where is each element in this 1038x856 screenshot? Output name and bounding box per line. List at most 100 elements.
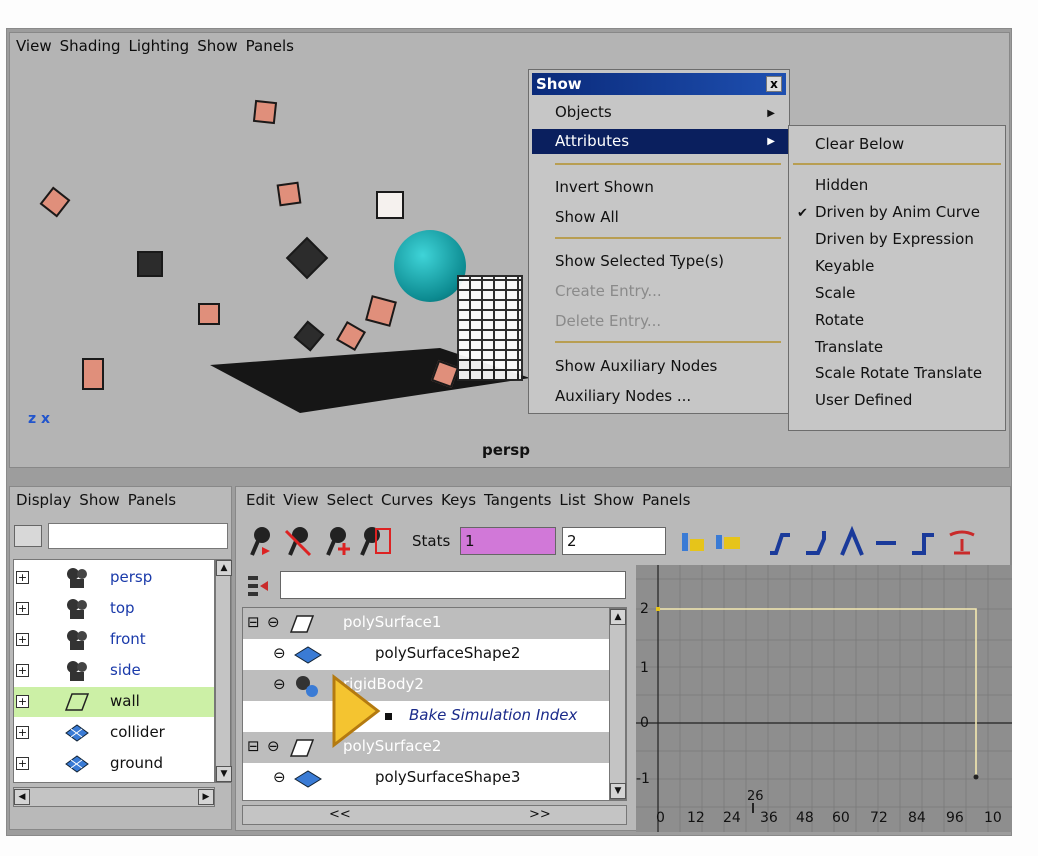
ge-menu-show[interactable]: Show: [594, 491, 634, 509]
minus-circle-icon[interactable]: ⊖: [273, 644, 286, 662]
submenu-item-driven-expression[interactable]: Driven by Expression: [815, 230, 974, 248]
scroll-down-icon[interactable]: ▼: [216, 766, 232, 782]
minus-circle-icon[interactable]: ⊖: [267, 613, 280, 631]
filter-icon[interactable]: [14, 525, 42, 547]
ge-search-input[interactable]: [280, 571, 626, 599]
y-tick: 1: [640, 660, 649, 676]
outliner-search-input[interactable]: [48, 523, 228, 549]
menu-separator: [555, 237, 781, 239]
menu-item-invert-shown[interactable]: Invert Shown: [555, 178, 654, 196]
stats-field-2[interactable]: 2: [562, 527, 666, 555]
menu-item-show-all[interactable]: Show All: [555, 208, 619, 226]
checkmark-icon: ✔: [797, 206, 808, 221]
expand-icon[interactable]: +: [16, 757, 29, 770]
stats-field-1[interactable]: 1: [460, 527, 556, 555]
submenu-item-scale-rotate-translate[interactable]: Scale Rotate Translate: [815, 364, 982, 382]
ge-menu-list[interactable]: List: [559, 491, 585, 509]
ge-row-label: Bake Simulation Index: [409, 706, 578, 724]
x-tick: 72: [870, 810, 888, 826]
ge-menu-curves[interactable]: Curves: [381, 491, 433, 509]
scroll-right-button[interactable]: >>: [529, 807, 551, 822]
outliner-item-top[interactable]: + top: [14, 594, 214, 624]
scroll-up-icon[interactable]: ▲: [216, 560, 232, 576]
submenu-item-clear-below[interactable]: Clear Below: [815, 135, 904, 153]
outliner-hscrollbar[interactable]: ◀ ▶: [13, 787, 215, 807]
minus-circle-icon[interactable]: ⊖: [273, 675, 286, 693]
menu-item-aux-nodes[interactable]: Auxiliary Nodes ...: [555, 387, 691, 405]
outliner-item-collider[interactable]: + collider: [14, 718, 214, 748]
minus-circle-icon[interactable]: ⊖: [273, 768, 286, 786]
x-tick: 60: [832, 810, 850, 826]
graph-editor-outliner: ⊟ ⊖ polySurface1 ⊖ polySurfaceShape2 ⊖ r…: [242, 607, 627, 801]
collapse-icon[interactable]: ⊟: [247, 737, 260, 755]
stats-field-2-value: 2: [567, 532, 577, 550]
outliner-menu-show[interactable]: Show: [79, 491, 119, 509]
expand-icon[interactable]: +: [16, 726, 29, 739]
menu-item-show-aux-nodes[interactable]: Show Auxiliary Nodes: [555, 357, 717, 375]
play-arrow-icon: [332, 673, 381, 749]
mesh-icon: [65, 724, 89, 742]
scroll-left-button[interactable]: <<: [329, 807, 351, 822]
outliner-item-wall[interactable]: + wall: [14, 687, 214, 717]
expand-icon[interactable]: +: [16, 664, 29, 677]
menu-separator: [555, 163, 781, 165]
menu-item-attributes[interactable]: Attributes: [532, 129, 788, 154]
collapse-icon[interactable]: ⊟: [247, 613, 260, 631]
ge-menu-keys[interactable]: Keys: [441, 491, 476, 509]
y-tick: 0: [640, 715, 649, 731]
outliner-item-side[interactable]: + side: [14, 656, 214, 686]
submenu-item-driven-anim-curve[interactable]: Driven by Anim Curve: [815, 203, 980, 221]
frame-selection-icon: [716, 535, 740, 549]
outliner-menu-panels[interactable]: Panels: [128, 491, 176, 509]
scroll-right-icon[interactable]: ▶: [198, 789, 214, 805]
spline-tangent-icon: [770, 533, 790, 555]
ge-row-polysurface1[interactable]: ⊟ ⊖ polySurface1: [243, 608, 613, 639]
x-tick: 84: [908, 810, 926, 826]
scroll-down-icon[interactable]: ▼: [610, 783, 626, 799]
submenu-item-hidden[interactable]: Hidden: [815, 176, 868, 194]
outliner-item-ground[interactable]: + ground: [14, 749, 214, 779]
submenu-item-scale[interactable]: Scale: [815, 284, 855, 302]
mesh-icon: [65, 755, 89, 773]
outliner-item-front[interactable]: + front: [14, 625, 214, 655]
menu-item-show-selected-types[interactable]: Show Selected Type(s): [555, 252, 724, 270]
scroll-up-icon[interactable]: ▲: [610, 609, 626, 625]
x-tick: 96: [946, 810, 964, 826]
ge-menu-view[interactable]: View: [283, 491, 319, 509]
expand-icon[interactable]: +: [16, 602, 29, 615]
menu-item-create-entry: Create Entry...: [555, 282, 662, 300]
outliner-vscrollbar[interactable]: ▲ ▼: [215, 559, 232, 783]
expand-icon[interactable]: +: [16, 695, 29, 708]
ge-menu-tangents[interactable]: Tangents: [484, 491, 551, 509]
submenu-item-rotate[interactable]: Rotate: [815, 311, 864, 329]
expand-icon[interactable]: +: [16, 633, 29, 646]
outliner-menu-display[interactable]: Display: [16, 491, 71, 509]
ge-row-polysurfaceshape2[interactable]: ⊖ polySurfaceShape2: [243, 639, 613, 670]
scroll-left-icon[interactable]: ◀: [14, 789, 30, 805]
ge-menu-panels[interactable]: Panels: [642, 491, 690, 509]
ge-menu-edit[interactable]: Edit: [246, 491, 275, 509]
show-menu-title: Show x: [532, 73, 786, 95]
ge-row-bake-sim-index[interactable]: Bake Simulation Index: [243, 701, 613, 732]
current-frame-label: 26: [747, 789, 764, 804]
expand-icon[interactable]: +: [16, 571, 29, 584]
x-tick: 0: [656, 810, 665, 826]
ge-menu-select[interactable]: Select: [327, 491, 373, 509]
ge-row-rigidbody2[interactable]: ⊖ rigidBody2: [243, 670, 613, 701]
ge-row-polysurface2[interactable]: ⊟ ⊖ polySurface2: [243, 732, 613, 763]
ge-row-polysurfaceshape3[interactable]: ⊖ polySurfaceShape3: [243, 763, 613, 794]
curve-graph-svg: [636, 565, 1012, 832]
current-frame-marker[interactable]: [752, 803, 754, 813]
close-icon[interactable]: x: [766, 76, 782, 92]
submenu-item-user-defined[interactable]: User Defined: [815, 391, 912, 409]
ge-outliner-vscrollbar[interactable]: ▲ ▼: [609, 608, 626, 800]
outliner-item-persp[interactable]: + persp: [14, 563, 214, 593]
curve-graph[interactable]: 2 1 0 -1 0 12 24 36 48 60 72 84 96 10 26: [636, 565, 1012, 832]
menu-item-objects[interactable]: Objects: [555, 103, 612, 121]
submenu-item-keyable[interactable]: Keyable: [815, 257, 874, 275]
submenu-item-translate[interactable]: Translate: [815, 338, 883, 356]
ge-outliner-hscroll[interactable]: << >>: [242, 805, 627, 825]
outliner-item-label: collider: [110, 723, 165, 741]
minus-circle-icon[interactable]: ⊖: [267, 737, 280, 755]
filter-icon[interactable]: [246, 573, 276, 599]
